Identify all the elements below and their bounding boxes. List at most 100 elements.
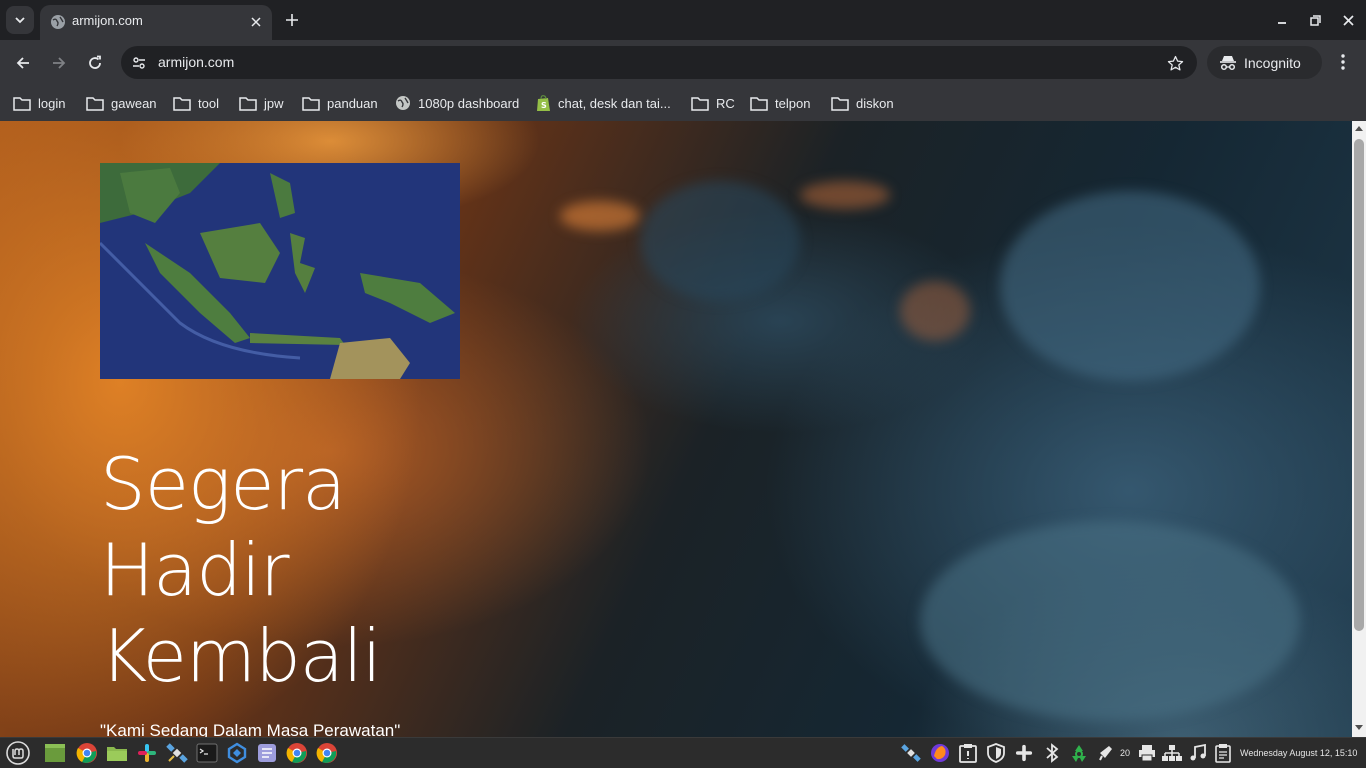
indonesia-map-graphic xyxy=(100,163,460,379)
bookmark-label: telpon xyxy=(775,95,811,111)
tray-clipboard[interactable] xyxy=(957,742,979,764)
bookmark-panduan[interactable]: panduan xyxy=(302,91,378,115)
bookmark-label: tool xyxy=(198,95,219,111)
tab-close-button[interactable] xyxy=(246,12,266,32)
minimize-button[interactable] xyxy=(1272,10,1292,30)
taskbar-slack[interactable] xyxy=(135,741,159,765)
browser-toolbar: armijon.com Incognito xyxy=(0,40,1366,85)
taskbar-chrome-3[interactable] xyxy=(315,741,339,765)
globe-icon xyxy=(51,15,65,29)
page-background: Segera Hadir Kembali "Kami Sedang Dalam … xyxy=(0,121,1352,737)
tray-network[interactable] xyxy=(1161,742,1183,764)
update-icon xyxy=(227,742,247,764)
slack-icon xyxy=(138,744,156,762)
url-text: armijon.com xyxy=(158,54,235,70)
bookmark-label: login xyxy=(38,95,66,111)
tab-strip: armijon.com xyxy=(0,0,1366,40)
folder-icon xyxy=(691,96,709,111)
notifications-icon xyxy=(1099,746,1112,761)
folder-icon xyxy=(86,96,104,111)
close-icon xyxy=(1342,14,1354,26)
globe-icon xyxy=(396,96,410,110)
chrome-icon xyxy=(316,743,337,763)
incognito-icon xyxy=(1220,55,1236,70)
folder-icon xyxy=(302,96,320,111)
taskbar-terminal[interactable] xyxy=(195,741,219,765)
plus-icon xyxy=(286,14,298,26)
chrome-icon xyxy=(286,743,307,763)
bookmark-gawean[interactable]: gawean xyxy=(86,91,157,115)
tray-bluetooth[interactable] xyxy=(1041,742,1063,764)
triangle-up-icon xyxy=(1355,126,1363,131)
text-editor-icon xyxy=(258,744,276,762)
taskbar: 20 Wednesday August 12, 15:10 xyxy=(0,737,1366,768)
taskbar-update-manager[interactable] xyxy=(225,741,249,765)
new-tab-button[interactable] xyxy=(282,10,302,30)
more-vert-icon xyxy=(1341,54,1345,70)
arrow-right-icon xyxy=(53,57,66,69)
clock[interactable]: Wednesday August 12, 15:10 xyxy=(1240,748,1357,758)
incognito-button[interactable]: Incognito xyxy=(1207,46,1322,79)
maintenance-message: "Kami Sedang Dalam Masa Perawatan" xyxy=(100,721,401,737)
triangle-down-icon xyxy=(1355,725,1363,730)
maximize-button[interactable] xyxy=(1305,10,1325,30)
tray-clipboard-manager[interactable] xyxy=(1213,742,1235,764)
bookmark-diskon[interactable]: diskon xyxy=(831,91,894,115)
taskbar-chrome[interactable] xyxy=(75,741,99,765)
tab-title: armijon.com xyxy=(72,13,143,28)
tray-music[interactable] xyxy=(1187,742,1209,764)
tab-armijon[interactable]: armijon.com xyxy=(40,5,272,40)
headline: Segera Hadir Kembali xyxy=(100,441,382,699)
browser-menu-button[interactable] xyxy=(1332,51,1354,73)
mint-menu-button[interactable] xyxy=(6,741,30,765)
scroll-up-button[interactable] xyxy=(1355,124,1363,132)
forward-button[interactable] xyxy=(47,51,71,75)
address-bar[interactable]: armijon.com xyxy=(121,46,1197,79)
taskbar-chrome-2[interactable] xyxy=(285,741,309,765)
tray-recycle[interactable] xyxy=(1068,742,1090,764)
cloud-mass xyxy=(1000,191,1260,381)
bookmark-rc[interactable]: RC xyxy=(691,91,735,115)
page-scrollbar[interactable] xyxy=(1352,121,1366,737)
bookmark-star-button[interactable] xyxy=(1164,52,1186,74)
scroll-down-button[interactable] xyxy=(1355,724,1363,732)
site-info-button[interactable] xyxy=(129,53,149,73)
back-button[interactable] xyxy=(11,51,35,75)
close-window-button[interactable] xyxy=(1338,10,1358,30)
taskbar-text-editor[interactable] xyxy=(255,741,279,765)
svg-text:S: S xyxy=(541,101,547,110)
tray-notifications[interactable] xyxy=(1095,742,1117,764)
tray-firefox-dev[interactable] xyxy=(929,742,951,764)
taskbar-files[interactable] xyxy=(105,741,129,765)
bookmark-jpw[interactable]: jpw xyxy=(239,91,284,115)
firefox-dev-icon xyxy=(931,744,949,762)
tray-satellite[interactable] xyxy=(900,742,922,764)
mint-menu-icon xyxy=(6,741,30,765)
tab-search-button[interactable] xyxy=(6,6,34,34)
taskbar-satellite[interactable] xyxy=(165,741,189,765)
folder-icon xyxy=(13,96,31,111)
notification-count: 20 xyxy=(1120,748,1131,758)
scroll-thumb[interactable] xyxy=(1354,139,1364,631)
clipboard-icon xyxy=(959,744,977,763)
bookmark-label: jpw xyxy=(264,95,284,111)
show-desktop-button[interactable] xyxy=(43,741,67,765)
bookmark-telpon[interactable]: telpon xyxy=(750,91,810,115)
terminal-icon xyxy=(196,743,218,763)
cloud-highlight xyxy=(560,201,640,231)
tray-shield[interactable] xyxy=(985,742,1007,764)
folder-icon xyxy=(173,96,191,111)
bookmark-label: RC xyxy=(716,95,735,111)
music-icon xyxy=(1190,744,1206,761)
tray-printer[interactable] xyxy=(1136,742,1158,764)
bookmark-login[interactable]: login xyxy=(13,91,65,115)
bookmark-1080p-dashboard[interactable]: 1080p dashboard xyxy=(395,91,519,115)
cloud-mass xyxy=(640,181,800,301)
bookmark-chat-desk[interactable]: S chat, desk dan tai... xyxy=(536,91,671,115)
folder-icon xyxy=(831,96,849,111)
reload-button[interactable] xyxy=(83,51,107,75)
bookmark-label: 1080p dashboard xyxy=(418,95,520,111)
bookmark-tool[interactable]: tool xyxy=(173,91,219,115)
tray-slack[interactable] xyxy=(1013,742,1035,764)
shield-icon xyxy=(987,743,1005,763)
